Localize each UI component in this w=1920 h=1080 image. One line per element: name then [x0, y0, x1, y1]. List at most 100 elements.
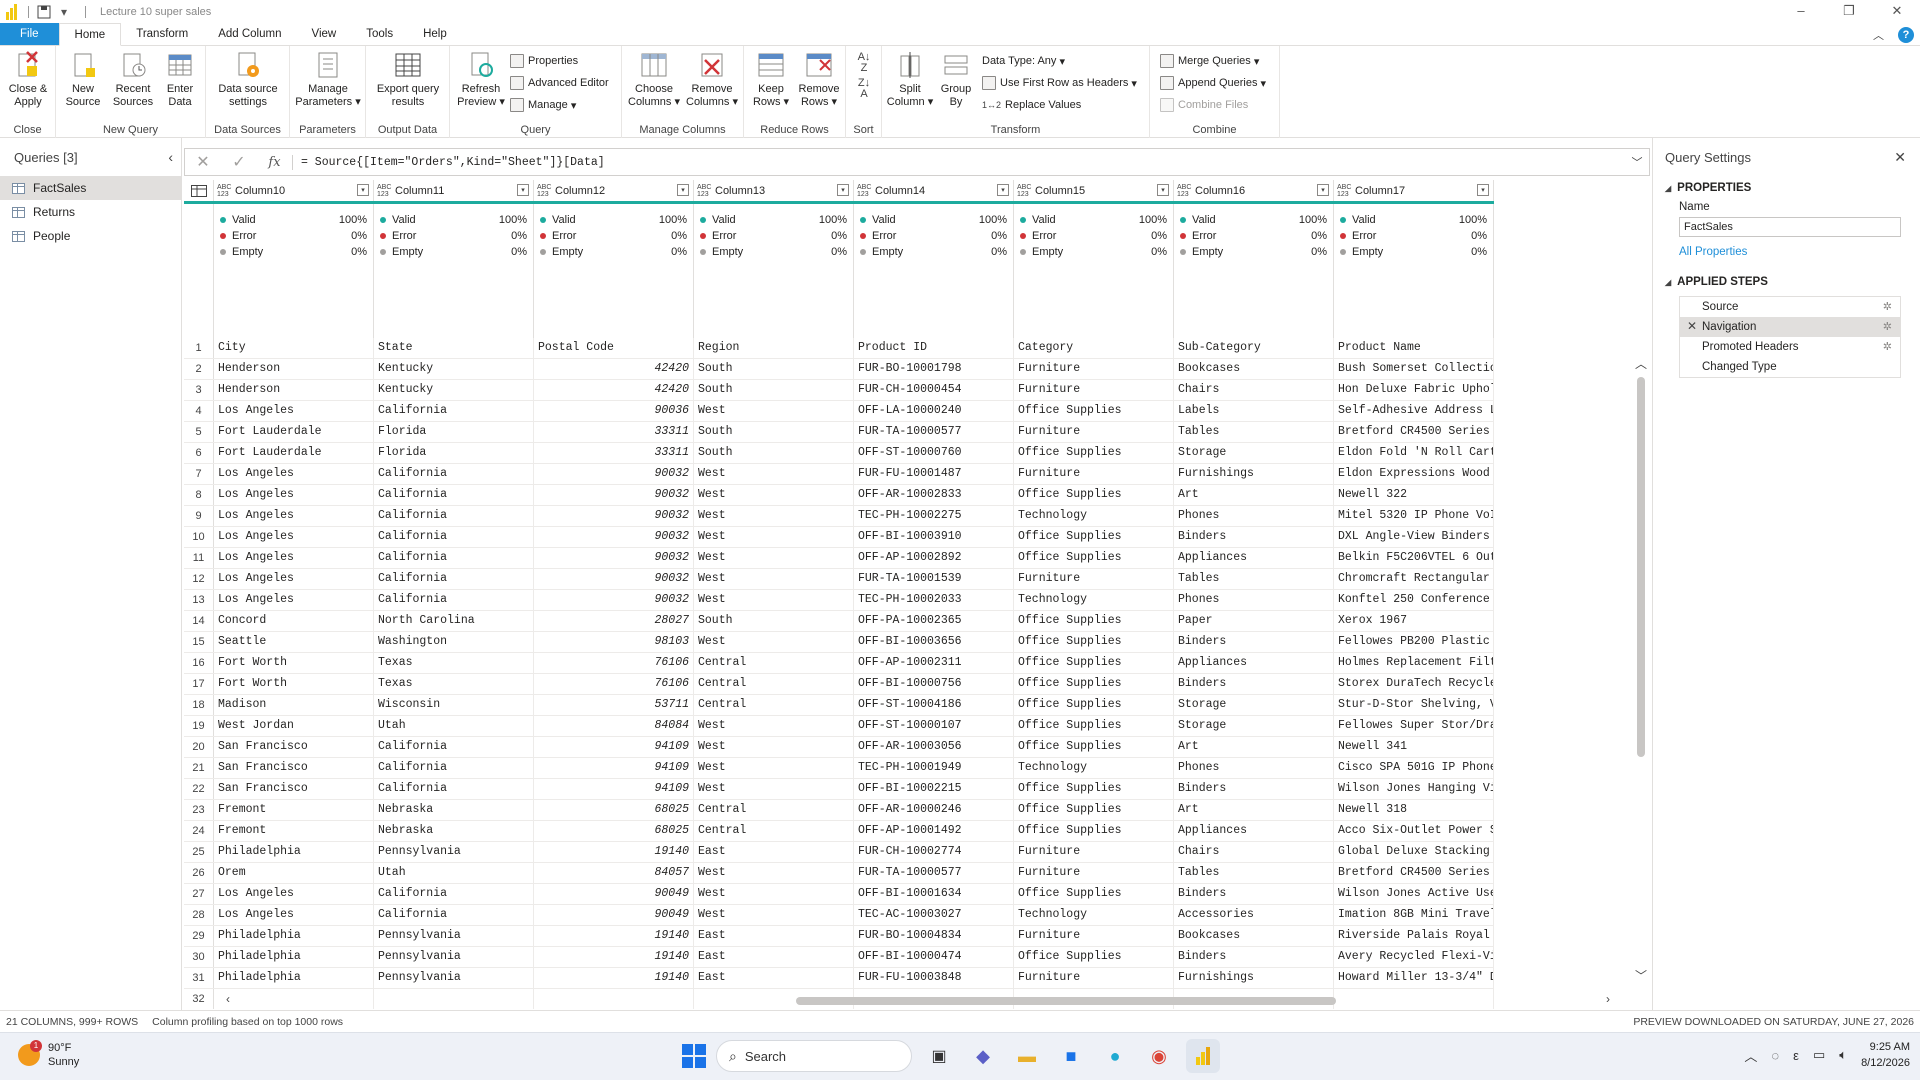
table-cell[interactable]: OFF-AR-10003056: [854, 737, 1014, 757]
table-cell[interactable]: Appliances: [1174, 653, 1334, 673]
table-cell[interactable]: 68025: [534, 821, 694, 841]
table-cell[interactable]: 76106: [534, 653, 694, 673]
table-cell[interactable]: California: [374, 779, 534, 799]
table-cell[interactable]: West: [694, 716, 854, 736]
table-cell[interactable]: 33311: [534, 443, 694, 463]
table-cell[interactable]: West: [694, 905, 854, 925]
table-cell[interactable]: 84084: [534, 716, 694, 736]
table-cell[interactable]: Los Angeles: [214, 401, 374, 421]
table-row[interactable]: 23 Fremont Nebraska 68025 Central OFF-AR-1000…: [184, 800, 1494, 821]
any-type-icon[interactable]: ABC 123: [857, 184, 871, 198]
horizontal-scroll-thumb[interactable]: [796, 997, 1336, 1005]
column-filter-dropdown-icon[interactable]: ▾: [1157, 184, 1169, 196]
table-menu-icon[interactable]: [184, 180, 214, 201]
table-cell[interactable]: Office Supplies: [1014, 947, 1174, 967]
table-cell[interactable]: 76106: [534, 674, 694, 694]
scroll-left-icon[interactable]: ‹: [226, 992, 230, 1006]
table-row[interactable]: 28 Los Angeles California 90049 West TEC-AC-1…: [184, 905, 1494, 926]
table-cell[interactable]: Furnishings: [1174, 464, 1334, 484]
status-profiling[interactable]: Column profiling based on top 1000 rows: [152, 1016, 343, 1028]
table-cell[interactable]: Storage: [1174, 695, 1334, 715]
windows-start-icon[interactable]: [682, 1044, 706, 1068]
close-settings-icon[interactable]: ✕: [1894, 149, 1906, 166]
table-cell[interactable]: OFF-ST-10004186: [854, 695, 1014, 715]
table-cell[interactable]: Los Angeles: [214, 548, 374, 568]
taskbar-search[interactable]: ⌕ Search: [716, 1040, 912, 1072]
table-cell[interactable]: Kentucky: [374, 359, 534, 379]
weather-widget[interactable]: 1 90°F Sunny: [18, 1040, 79, 1069]
table-cell[interactable]: City: [214, 338, 374, 358]
table-cell[interactable]: Binders: [1174, 884, 1334, 904]
table-cell[interactable]: Product ID: [854, 338, 1014, 358]
table-cell[interactable]: San Francisco: [214, 758, 374, 778]
table-cell[interactable]: West: [694, 485, 854, 505]
table-row[interactable]: 22 San Francisco California 94109 West OFF-BI…: [184, 779, 1494, 800]
vertical-scroll-thumb[interactable]: [1637, 377, 1645, 757]
volume-icon[interactable]: 🔈︎: [1839, 1047, 1847, 1063]
table-cell[interactable]: Philadelphia: [214, 926, 374, 946]
table-row[interactable]: 12 Los Angeles California 90032 West FUR-TA-1…: [184, 569, 1494, 590]
query-item-people[interactable]: People: [0, 224, 181, 248]
table-cell[interactable]: Phones: [1174, 506, 1334, 526]
column-header[interactable]: ABC 123 Column12 ▾: [534, 180, 694, 201]
scroll-up-icon[interactable]: ︿: [1635, 355, 1647, 372]
table-cell[interactable]: Nebraska: [374, 800, 534, 820]
table-cell[interactable]: San Francisco: [214, 737, 374, 757]
table-row[interactable]: 30 Philadelphia Pennsylvania 19140 East OFF-B…: [184, 947, 1494, 968]
table-cell[interactable]: Philadelphia: [214, 842, 374, 862]
table-cell[interactable]: State: [374, 338, 534, 358]
table-row[interactable]: 2 Henderson Kentucky 42420 South FUR-BO-10001…: [184, 359, 1494, 380]
table-cell[interactable]: California: [374, 905, 534, 925]
table-cell[interactable]: Seattle: [214, 632, 374, 652]
table-cell[interactable]: Binders: [1174, 779, 1334, 799]
table-cell[interactable]: South: [694, 443, 854, 463]
table-cell[interactable]: Technology: [1014, 905, 1174, 925]
table-cell[interactable]: Belkin F5C206VTEL 6 Outlet Surge: [1334, 548, 1494, 568]
horizontal-scrollbar[interactable]: ‹ ›: [214, 992, 1634, 1010]
table-cell[interactable]: California: [374, 758, 534, 778]
table-cell[interactable]: California: [374, 401, 534, 421]
table-cell[interactable]: Howard Miller 13-3/4" Diameter Brushed C…: [1334, 968, 1494, 988]
table-cell[interactable]: 94109: [534, 758, 694, 778]
table-cell[interactable]: Office Supplies: [1014, 821, 1174, 841]
table-cell[interactable]: 98103: [534, 632, 694, 652]
table-cell[interactable]: Office Supplies: [1014, 800, 1174, 820]
table-cell[interactable]: Technology: [1014, 590, 1174, 610]
table-cell[interactable]: Office Supplies: [1014, 653, 1174, 673]
store-icon[interactable]: ■: [1054, 1039, 1088, 1073]
table-cell[interactable]: East: [694, 968, 854, 988]
table-cell[interactable]: Office Supplies: [1014, 716, 1174, 736]
column-filter-dropdown-icon[interactable]: ▾: [357, 184, 369, 196]
table-cell[interactable]: Utah: [374, 716, 534, 736]
table-cell[interactable]: Fremont: [214, 821, 374, 841]
column-header[interactable]: ABC 123 Column10 ▾: [214, 180, 374, 201]
power-bi-taskbar-icon[interactable]: [1186, 1039, 1220, 1073]
export-query-results-button[interactable]: Export query results: [370, 50, 446, 109]
table-cell[interactable]: Region: [694, 338, 854, 358]
all-properties-link[interactable]: All Properties: [1679, 246, 1920, 258]
table-cell[interactable]: 19140: [534, 926, 694, 946]
table-cell[interactable]: Sub-Category: [1174, 338, 1334, 358]
table-cell[interactable]: South: [694, 380, 854, 400]
table-cell[interactable]: OFF-BI-10003910: [854, 527, 1014, 547]
table-cell[interactable]: Henderson: [214, 380, 374, 400]
tab-view[interactable]: View: [297, 23, 352, 45]
table-cell[interactable]: California: [374, 485, 534, 505]
table-cell[interactable]: 94109: [534, 737, 694, 757]
table-cell[interactable]: Category: [1014, 338, 1174, 358]
table-cell[interactable]: Office Supplies: [1014, 695, 1174, 715]
table-cell[interactable]: Florida: [374, 422, 534, 442]
cancel-formula-icon[interactable]: ✕: [185, 152, 221, 172]
table-row[interactable]: 19 West Jordan Utah 84084 West OFF-ST-1000010…: [184, 716, 1494, 737]
table-cell[interactable]: Office Supplies: [1014, 737, 1174, 757]
table-cell[interactable]: Concord: [214, 611, 374, 631]
table-cell[interactable]: OFF-BI-10002215: [854, 779, 1014, 799]
step-source[interactable]: Source ✲: [1680, 297, 1900, 317]
step-promoted-headers[interactable]: Promoted Headers ✲: [1680, 337, 1900, 357]
table-cell[interactable]: Chairs: [1174, 380, 1334, 400]
table-cell[interactable]: Bookcases: [1174, 926, 1334, 946]
table-cell[interactable]: FUR-FU-10003848: [854, 968, 1014, 988]
table-cell[interactable]: Acco Six-Outlet Power Strip, 4' Cord Len…: [1334, 821, 1494, 841]
restore-button[interactable]: ❐: [1826, 0, 1872, 24]
table-row[interactable]: 27 Los Angeles California 90049 West OFF-BI-1…: [184, 884, 1494, 905]
